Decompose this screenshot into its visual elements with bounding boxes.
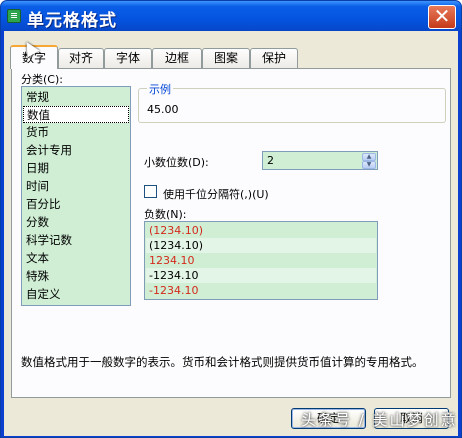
category-item-number[interactable]: 数值 bbox=[23, 106, 129, 123]
decimal-places-stepper[interactable]: 2 ▲ ▼ bbox=[262, 151, 378, 170]
negative-format-item[interactable]: -1234.10 bbox=[146, 283, 376, 298]
category-item-fraction[interactable]: 分数 bbox=[26, 214, 49, 231]
category-label: 分类(C): bbox=[21, 73, 63, 86]
tab-protection[interactable]: 保护 bbox=[250, 48, 298, 68]
category-item-text[interactable]: 文本 bbox=[26, 250, 49, 267]
negative-format-item[interactable]: (1234.10) bbox=[146, 223, 376, 238]
tab-border[interactable]: 边框 bbox=[152, 48, 202, 68]
close-button[interactable]: ✕ bbox=[428, 5, 456, 29]
tab-font[interactable]: 字体 bbox=[104, 48, 152, 68]
category-item-general[interactable]: 常规 bbox=[26, 89, 49, 106]
thousands-separator-checkbox[interactable] bbox=[144, 185, 157, 198]
sample-group: 示例 45.00 bbox=[138, 81, 446, 123]
dialog-body: 数字 对齐 字体 边框 图案 保护 分类(C): 常规 数值 货币 会计专用 日… bbox=[4, 31, 458, 436]
category-item-date[interactable]: 日期 bbox=[26, 160, 49, 177]
category-item-scientific[interactable]: 科学记数 bbox=[26, 232, 72, 249]
category-item-custom[interactable]: 自定义 bbox=[26, 286, 61, 303]
sample-label: 示例 bbox=[147, 81, 173, 97]
negative-numbers-label: 负数(N): bbox=[144, 208, 187, 221]
negative-numbers-list[interactable]: (1234.10) (1234.10) 1234.10 -1234.10 -12… bbox=[144, 221, 378, 300]
sample-value: 45.00 bbox=[147, 103, 179, 116]
category-item-special[interactable]: 特殊 bbox=[26, 268, 49, 285]
negative-format-item[interactable]: -1234.10 bbox=[146, 268, 376, 283]
watermark-text: 头条号 / 美山梦创意 bbox=[301, 411, 458, 429]
dialog-window: 单元格格式 ✕ 数字 对齐 字体 边框 图案 保护 分类(C): 常规 数值 货… bbox=[0, 0, 462, 438]
spin-up-icon[interactable]: ▲ bbox=[362, 153, 376, 161]
category-item-accounting[interactable]: 会计专用 bbox=[26, 142, 72, 159]
decimal-places-label: 小数位数(D): bbox=[144, 156, 209, 169]
format-description: 数值格式用于一般数字的表示。货币和会计格式则提供货币值计算的专用格式。 bbox=[21, 355, 424, 369]
spin-down-icon[interactable]: ▼ bbox=[362, 161, 376, 169]
category-item-time[interactable]: 时间 bbox=[26, 178, 49, 195]
negative-format-item[interactable]: 1234.10 bbox=[146, 253, 376, 268]
category-list[interactable]: 常规 数值 货币 会计专用 日期 时间 百分比 分数 科学记数 文本 特殊 自定… bbox=[21, 86, 131, 306]
dialog-title: 单元格格式 bbox=[27, 11, 117, 31]
category-item-currency[interactable]: 货币 bbox=[26, 124, 49, 141]
tab-alignment[interactable]: 对齐 bbox=[58, 48, 104, 68]
app-icon bbox=[7, 9, 21, 23]
title-bar[interactable]: 单元格格式 ✕ bbox=[1, 1, 461, 31]
category-item-percentage[interactable]: 百分比 bbox=[26, 196, 61, 213]
thousands-separator-label[interactable]: 使用千位分隔符(,)(U) bbox=[163, 186, 269, 202]
negative-format-item[interactable]: (1234.10) bbox=[146, 238, 376, 253]
tab-patterns[interactable]: 图案 bbox=[202, 48, 250, 68]
decimal-places-value: 2 bbox=[267, 154, 274, 167]
number-tab-panel: 分类(C): 常规 数值 货币 会计专用 日期 时间 百分比 分数 科学记数 文… bbox=[11, 68, 451, 398]
